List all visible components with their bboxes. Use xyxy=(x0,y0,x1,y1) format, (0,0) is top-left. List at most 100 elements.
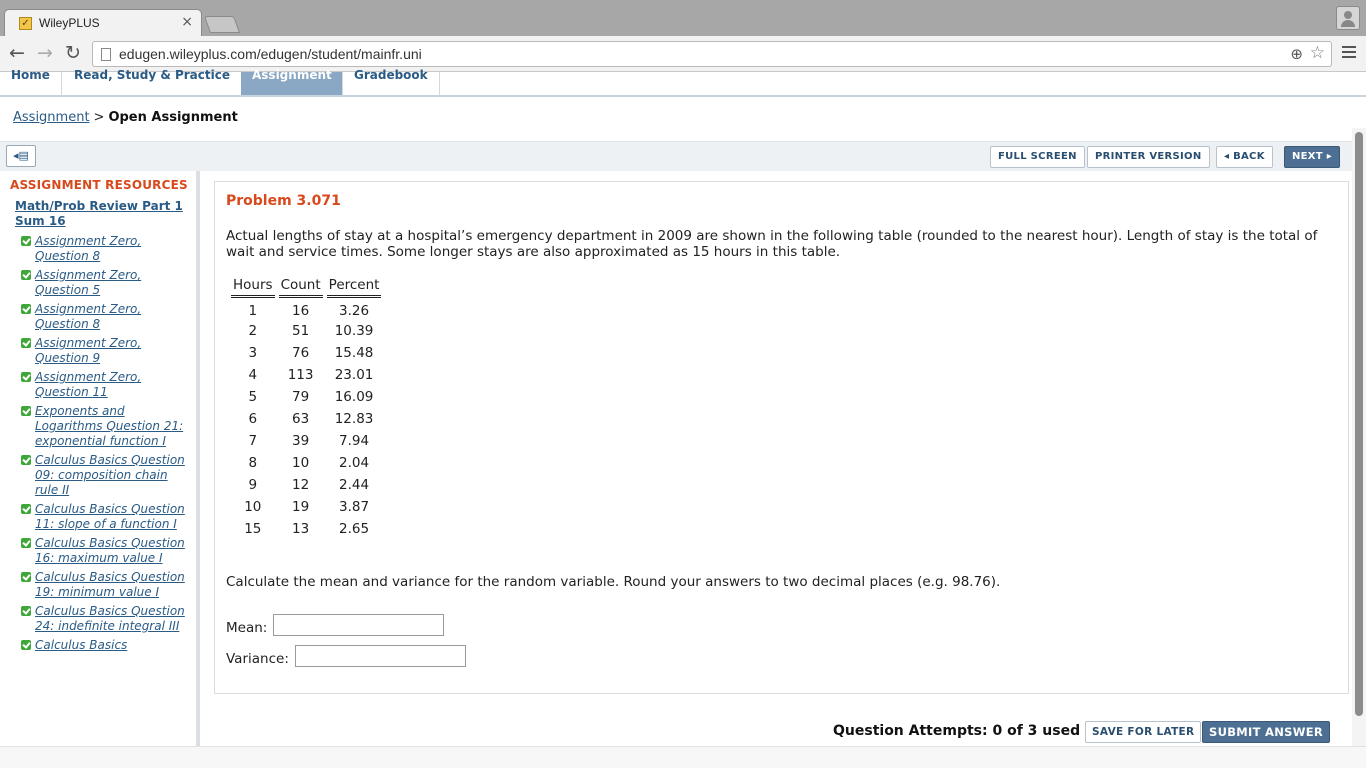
table-cell: 113 xyxy=(287,367,314,383)
submit-answer-button[interactable]: SUBMIT ANSWER xyxy=(1202,721,1331,743)
sidebar-item-label[interactable]: Calculus Basics Question 16: maximum val… xyxy=(35,536,185,565)
table-cell: 15.48 xyxy=(334,345,374,361)
sidebar-item[interactable]: Assignment Zero, Question 5 xyxy=(21,268,193,298)
sidebar-item-label[interactable]: Calculus Basics Question 09: composition… xyxy=(35,453,185,497)
table-cell: 13 xyxy=(292,521,310,537)
assignment-resources-sidebar: ASSIGNMENT RESOURCES Math/Prob Review Pa… xyxy=(0,171,200,746)
check-icon xyxy=(21,455,31,465)
back-arrow-icon[interactable]: ← xyxy=(6,43,28,65)
bookmark-star-icon[interactable]: ☆ xyxy=(1310,43,1325,63)
table-cell: 10 xyxy=(244,499,262,515)
table-cell: 79 xyxy=(292,389,310,405)
check-icon xyxy=(21,640,31,650)
table-row: 6 63 12.83 xyxy=(231,408,381,430)
next-button[interactable]: NEXT ▸ xyxy=(1284,146,1341,168)
zoom-icon[interactable]: ⊕ xyxy=(1290,45,1303,63)
nav-gradebook[interactable]: Gradebook xyxy=(343,69,440,95)
sidebar-item[interactable]: Calculus Basics Question 16: maximum val… xyxy=(21,536,193,566)
sidebar-item[interactable]: Calculus Basics Question 11: slope of a … xyxy=(21,502,193,532)
table-cell: 39 xyxy=(292,433,310,449)
mean-input[interactable] xyxy=(273,614,444,636)
table-cell: 12.83 xyxy=(334,411,374,427)
collapse-sidebar-button[interactable]: ◂▤ xyxy=(6,145,36,167)
check-icon xyxy=(21,406,31,416)
table-row: 1 16 3.26 xyxy=(231,298,381,320)
table-cell: 4 xyxy=(248,367,258,383)
table-row: 3 76 15.48 xyxy=(231,342,381,364)
browser-tab[interactable]: ✓ WileyPLUS × xyxy=(4,9,202,36)
sidebar-item-label[interactable]: Exponents and Logarithms Question 21: ex… xyxy=(35,404,183,448)
table-cell: 2.44 xyxy=(339,477,370,493)
page-icon xyxy=(101,48,111,61)
scrollbar-thumb[interactable] xyxy=(1355,132,1363,716)
sidebar-item-label[interactable]: Assignment Zero, Question 5 xyxy=(35,268,141,297)
reload-icon[interactable]: ↻ xyxy=(62,43,84,65)
new-tab-button[interactable] xyxy=(203,16,241,33)
sidebar-item-label[interactable]: Calculus Basics Question 24: indefinite … xyxy=(35,604,185,633)
nav-read-study-practice[interactable]: Read, Study & Practice xyxy=(63,69,242,95)
nav-home[interactable]: Home xyxy=(0,69,62,95)
table-cell: 16.09 xyxy=(334,389,374,405)
check-icon xyxy=(21,504,31,514)
question-attempts: Question Attempts: 0 of 3 used xyxy=(833,723,1081,739)
browser-menu-icon[interactable] xyxy=(1342,46,1356,60)
check-icon xyxy=(21,538,31,548)
table-cell: 3.87 xyxy=(339,499,370,515)
nav-assignment[interactable]: Assignment xyxy=(241,69,343,95)
sidebar-item-label[interactable]: Calculus Basics xyxy=(35,638,127,652)
sidebar-item[interactable]: Calculus Basics Question 19: minimum val… xyxy=(21,570,193,600)
problem-panel: Problem 3.071 Actual lengths of stay at … xyxy=(214,181,1349,694)
sidebar-section-link[interactable]: Math/Prob Review Part 1 Sum 16 xyxy=(15,199,190,229)
table-row: 2 51 10.39 xyxy=(231,320,381,342)
table-cell: 7.94 xyxy=(339,433,370,449)
breadcrumb-current: Open Assignment xyxy=(108,110,238,125)
bottom-strip xyxy=(0,746,1366,768)
sidebar-item[interactable]: Assignment Zero, Question 9 xyxy=(21,336,193,366)
sidebar-item[interactable]: Calculus Basics xyxy=(21,638,193,653)
table-row: 8 10 2.04 xyxy=(231,452,381,474)
sidebar-item[interactable]: Assignment Zero, Question 8 xyxy=(21,302,193,332)
table-cell: 19 xyxy=(292,499,310,515)
table-cell: 1 xyxy=(248,302,258,319)
table-cell: 23.01 xyxy=(334,367,374,383)
table-cell: 51 xyxy=(292,323,310,339)
table-cell: 63 xyxy=(292,411,310,427)
sidebar-item[interactable]: Calculus Basics Question 09: composition… xyxy=(21,453,193,498)
sidebar-item-label[interactable]: Calculus Basics Question 11: slope of a … xyxy=(35,502,185,531)
sidebar-item-label[interactable]: Assignment Zero, Question 8 xyxy=(35,234,141,263)
table-cell: 3.26 xyxy=(339,302,370,319)
check-icon xyxy=(21,338,31,348)
action-bar: ◂▤ FULL SCREEN PRINTER VERSION ◂ BACK NE… xyxy=(0,141,1352,171)
sidebar-item-label[interactable]: Calculus Basics Question 19: minimum val… xyxy=(35,570,185,599)
check-icon xyxy=(21,572,31,582)
back-button[interactable]: ◂ BACK xyxy=(1216,146,1273,168)
table-cell: 10.39 xyxy=(334,323,374,339)
breadcrumb-assignment-link[interactable]: Assignment xyxy=(13,110,90,125)
sidebar-item[interactable]: Calculus Basics Question 24: indefinite … xyxy=(21,604,193,634)
table-cell: 2.04 xyxy=(339,455,370,471)
length-of-stay-table: Hours Count Percent 1 16 3.26 2 51 10.39 3 76… xyxy=(227,277,385,540)
table-cell: 9 xyxy=(248,477,258,493)
table-cell: 2.65 xyxy=(339,521,370,537)
sidebar-item[interactable]: Assignment Zero, Question 11 xyxy=(21,370,193,400)
sidebar-item[interactable]: Assignment Zero, Question 8 xyxy=(21,234,193,264)
table-cell: 2 xyxy=(248,323,258,339)
sidebar-item[interactable]: Exponents and Logarithms Question 21: ex… xyxy=(21,404,193,449)
page-scrollbar[interactable] xyxy=(1352,128,1366,746)
tab-close-icon[interactable]: × xyxy=(181,14,193,30)
sidebar-item-label[interactable]: Assignment Zero, Question 8 xyxy=(35,302,141,331)
check-icon xyxy=(21,304,31,314)
problem-text: Actual lengths of stay at a hospital’s e… xyxy=(226,228,1318,260)
sidebar-item-label[interactable]: Assignment Zero, Question 9 xyxy=(35,336,141,365)
printer-version-button[interactable]: PRINTER VERSION xyxy=(1087,146,1210,168)
full-screen-button[interactable]: FULL SCREEN xyxy=(990,146,1085,168)
profile-icon[interactable] xyxy=(1336,6,1360,30)
variance-input[interactable] xyxy=(295,645,466,667)
check-icon xyxy=(21,606,31,616)
forward-arrow-icon[interactable]: → xyxy=(34,43,56,65)
sidebar-item-label[interactable]: Assignment Zero, Question 11 xyxy=(35,370,141,399)
url-text[interactable]: edugen.wileyplus.com/edugen/student/main… xyxy=(119,46,422,62)
save-for-later-button[interactable]: SAVE FOR LATER xyxy=(1085,721,1202,743)
table-row: 5 79 16.09 xyxy=(231,386,381,408)
address-bar[interactable]: edugen.wileyplus.com/edugen/student/main… xyxy=(92,41,1332,67)
